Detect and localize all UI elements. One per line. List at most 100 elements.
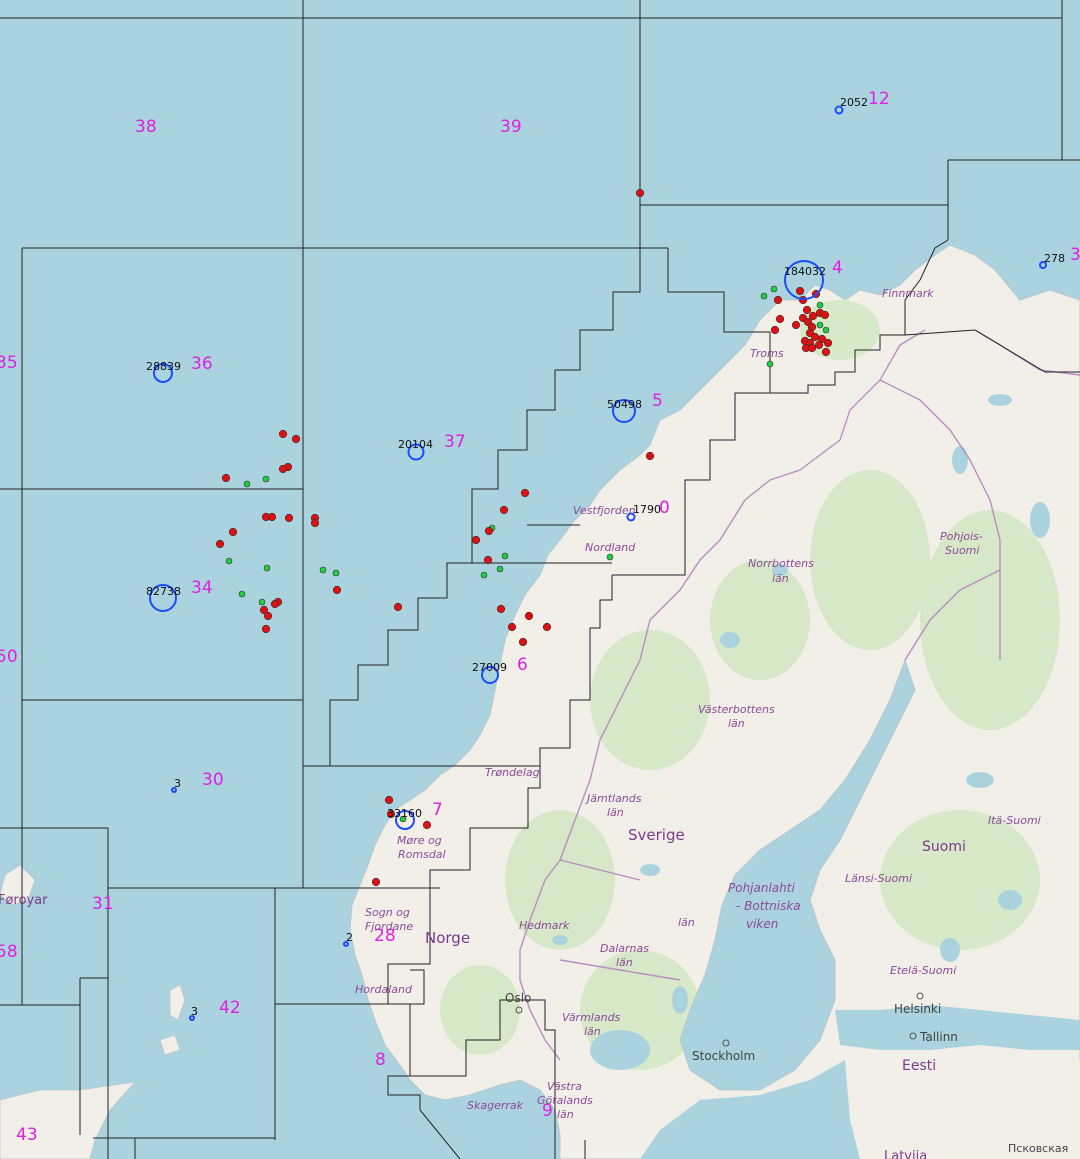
region-label: Hedmark bbox=[519, 919, 570, 932]
country-label: Føroyar bbox=[0, 893, 48, 908]
region-label: Troms bbox=[750, 347, 784, 360]
observation-dot-red[interactable] bbox=[524, 611, 534, 621]
country-label: Suomi bbox=[922, 839, 966, 855]
station-count: 28839 bbox=[146, 360, 181, 373]
region-label: Vestfjorden bbox=[573, 504, 636, 517]
observation-dot-red[interactable] bbox=[291, 434, 301, 444]
region-label: Trøndelag bbox=[485, 766, 540, 779]
country-label: Eesti bbox=[902, 1058, 936, 1074]
observation-dot-red[interactable] bbox=[278, 429, 288, 439]
region-label: Itä-Suomi bbox=[988, 814, 1041, 827]
country-label: Latvija bbox=[884, 1149, 927, 1159]
observation-dot-green[interactable] bbox=[822, 326, 830, 334]
observation-dot-red[interactable] bbox=[821, 347, 831, 357]
observation-dot-red[interactable] bbox=[484, 526, 494, 536]
sea-label: Skagerrak bbox=[467, 1099, 524, 1112]
observation-dot-green[interactable] bbox=[263, 564, 271, 572]
observation-dot-red[interactable] bbox=[483, 555, 493, 565]
observation-dot-red[interactable] bbox=[820, 310, 830, 320]
observation-dot-green[interactable] bbox=[770, 285, 778, 293]
zone-label: 12 bbox=[868, 89, 890, 109]
city-label: Oslo bbox=[505, 991, 531, 1005]
observation-dot-red[interactable] bbox=[791, 320, 801, 330]
observation-dot-red[interactable] bbox=[278, 464, 288, 474]
observation-dot-green[interactable] bbox=[816, 321, 824, 329]
observation-dot-red[interactable] bbox=[261, 624, 271, 634]
observation-dot-red[interactable] bbox=[496, 604, 506, 614]
observation-dot-red[interactable] bbox=[507, 622, 517, 632]
observation-dot-red[interactable] bbox=[499, 505, 509, 515]
observation-dot-red[interactable] bbox=[471, 535, 481, 545]
observation-dot-green[interactable] bbox=[258, 598, 266, 606]
observation-dot-red[interactable] bbox=[221, 473, 231, 483]
observation-dot-red[interactable] bbox=[823, 338, 833, 348]
observation-dot-red[interactable] bbox=[310, 518, 320, 528]
region-label: Romsdal bbox=[398, 848, 446, 861]
observation-dot-red[interactable] bbox=[215, 539, 225, 549]
observation-dot-red[interactable] bbox=[645, 451, 655, 461]
observation-dot-green[interactable] bbox=[606, 553, 614, 561]
observation-dot-red[interactable] bbox=[332, 585, 342, 595]
sea-label: viken bbox=[746, 917, 778, 931]
observation-dot-red[interactable] bbox=[770, 325, 780, 335]
observation-dot-red[interactable] bbox=[393, 602, 403, 612]
observation-dot-green[interactable] bbox=[766, 360, 774, 368]
zone-label: 31 bbox=[92, 894, 114, 914]
map-canvas[interactable]: 38 39 12 4 3 35 36 5 37 0 34 50 6 30 7 3… bbox=[0, 0, 1080, 1159]
observation-dot-green[interactable] bbox=[262, 475, 270, 483]
station-count: 2 bbox=[346, 931, 353, 944]
region-label: Götalands bbox=[537, 1094, 593, 1107]
observation-dot-green[interactable] bbox=[225, 557, 233, 565]
region-label: län bbox=[584, 1025, 601, 1038]
zone-label: 38 bbox=[135, 117, 157, 137]
observation-dot-red[interactable] bbox=[263, 611, 273, 621]
observation-dot-green[interactable] bbox=[332, 569, 340, 577]
observation-dot-green[interactable] bbox=[816, 301, 824, 309]
observation-dot-red[interactable] bbox=[775, 314, 785, 324]
country-label: Sverige bbox=[628, 826, 685, 844]
map-view[interactable]: 38 39 12 4 3 35 36 5 37 0 34 50 6 30 7 3… bbox=[0, 0, 1080, 1159]
observation-dot-red[interactable] bbox=[795, 286, 805, 296]
station-count: 50498 bbox=[607, 398, 642, 411]
observation-dot-red[interactable] bbox=[284, 513, 294, 523]
region-label: Dalarnas bbox=[600, 942, 649, 955]
zone-label: 58 bbox=[0, 942, 18, 962]
observation-dot-red[interactable] bbox=[228, 527, 238, 537]
observation-dot-red[interactable] bbox=[807, 343, 817, 353]
observation-dot-red[interactable] bbox=[384, 795, 394, 805]
region-label: län bbox=[728, 717, 745, 730]
observation-dot-red[interactable] bbox=[802, 305, 812, 315]
region-label: Västra bbox=[547, 1080, 582, 1093]
observation-dot-red[interactable] bbox=[371, 877, 381, 887]
observation-dot-red[interactable] bbox=[542, 622, 552, 632]
city-label: Tallinn bbox=[919, 1030, 958, 1044]
observation-dot-green[interactable] bbox=[480, 571, 488, 579]
observation-dot-red[interactable] bbox=[773, 295, 783, 305]
zone-label: 8 bbox=[375, 1050, 386, 1070]
region-label: Värmlands bbox=[562, 1011, 621, 1024]
observation-dot-red[interactable] bbox=[798, 295, 808, 305]
region-label: Pohjois- bbox=[940, 530, 983, 543]
observation-dot-red[interactable] bbox=[635, 188, 645, 198]
zone-label: 37 bbox=[444, 432, 466, 452]
region-label: Møre og bbox=[397, 834, 442, 847]
station-count: 184032 bbox=[784, 265, 826, 278]
observation-dot-green[interactable] bbox=[496, 565, 504, 573]
observation-dot-red[interactable] bbox=[422, 820, 432, 830]
region-label: Jämtlands bbox=[585, 792, 642, 805]
observation-dot-red[interactable] bbox=[270, 599, 280, 609]
sea-label: Pohjanlahti bbox=[728, 881, 795, 895]
zone-label: 34 bbox=[191, 578, 213, 598]
observation-dot-red[interactable] bbox=[814, 340, 824, 350]
observation-dot-green[interactable] bbox=[238, 590, 246, 598]
sea-label: - Bottniska bbox=[736, 899, 801, 913]
observation-dot-red[interactable] bbox=[518, 637, 528, 647]
observation-dot-green[interactable] bbox=[501, 552, 509, 560]
station-count: 20104 bbox=[398, 438, 433, 451]
observation-dot-green[interactable] bbox=[319, 566, 327, 574]
observation-dot-red[interactable] bbox=[520, 488, 530, 498]
observation-dot-red[interactable] bbox=[267, 512, 277, 522]
observation-dot-green[interactable] bbox=[760, 292, 768, 300]
observation-dot-green[interactable] bbox=[243, 480, 251, 488]
station-count: 27009 bbox=[472, 661, 507, 674]
